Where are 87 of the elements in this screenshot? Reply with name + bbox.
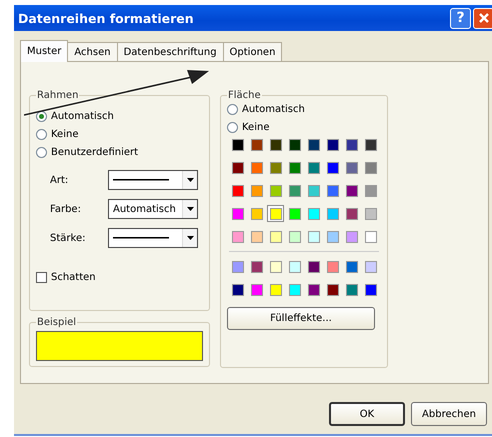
color-swatch[interactable] [267, 205, 284, 222]
color-swatch[interactable] [286, 136, 303, 153]
color-swatch[interactable] [248, 281, 265, 298]
group-title: Rahmen [36, 90, 80, 101]
color-swatch[interactable] [305, 182, 322, 199]
color-swatch[interactable] [343, 205, 360, 222]
ok-button[interactable]: OK [329, 402, 405, 426]
color-swatch[interactable] [267, 182, 284, 199]
color-swatch[interactable] [248, 182, 265, 199]
color-swatch[interactable] [324, 159, 341, 176]
color-swatch[interactable] [267, 258, 284, 275]
color-swatch[interactable] [248, 136, 265, 153]
color-swatch[interactable] [248, 159, 265, 176]
color-swatch[interactable] [362, 136, 379, 153]
color-swatch[interactable] [362, 205, 379, 222]
field-label: Art: [50, 174, 70, 186]
color-swatch[interactable] [248, 258, 265, 275]
color-swatch[interactable] [343, 159, 360, 176]
checkbox[interactable] [36, 272, 47, 282]
color-swatch[interactable] [229, 281, 246, 298]
color-swatch[interactable] [305, 136, 322, 153]
color-swatch[interactable] [362, 228, 379, 245]
color-swatch[interactable] [267, 159, 284, 176]
group-title: Beispiel [36, 317, 78, 328]
color-swatch[interactable] [267, 281, 284, 298]
tab[interactable]: Optionen [222, 42, 282, 61]
color-swatch[interactable] [362, 182, 379, 199]
color-swatch[interactable] [305, 258, 322, 275]
color-swatch[interactable] [305, 228, 322, 245]
radio-button[interactable] [36, 128, 47, 140]
color-swatch[interactable] [229, 136, 246, 153]
color-swatch[interactable] [229, 159, 246, 176]
window-title: Datenreihen formatieren [18, 10, 195, 26]
dropdown[interactable] [108, 228, 198, 248]
field-label: Farbe: [50, 204, 82, 214]
color-swatch[interactable] [362, 258, 379, 275]
color-swatch[interactable] [343, 258, 360, 275]
color-swatch[interactable] [229, 228, 246, 245]
color-swatch[interactable] [286, 258, 303, 275]
color-swatch[interactable] [343, 182, 360, 199]
color-swatch[interactable] [324, 136, 341, 153]
radio-label: Benutzerdefiniert [51, 146, 138, 158]
color-swatch[interactable] [305, 281, 322, 298]
radio-button[interactable] [227, 104, 238, 114]
color-swatch[interactable] [286, 182, 303, 199]
color-swatch[interactable] [324, 182, 341, 199]
radio-label: Automatisch [242, 104, 305, 114]
checkbox-label: Schatten [51, 272, 96, 282]
color-swatch[interactable] [324, 281, 341, 298]
fill-effects-button[interactable]: Fülleffekte... [227, 307, 375, 330]
color-swatch[interactable] [305, 205, 322, 222]
tab[interactable]: Datenbeschriftung [116, 42, 224, 61]
field-label: Stärke: [50, 232, 86, 244]
tab[interactable]: Achsen [67, 42, 118, 61]
cancel-button[interactable]: Abbrechen [411, 402, 487, 426]
color-swatch[interactable] [343, 228, 360, 245]
color-swatch[interactable] [248, 205, 265, 222]
group-title: Fläche [227, 90, 262, 101]
color-swatch[interactable] [343, 136, 360, 153]
color-swatch[interactable] [286, 281, 303, 298]
color-swatch[interactable] [286, 205, 303, 222]
color-swatch[interactable] [362, 281, 379, 298]
color-swatch[interactable] [229, 205, 246, 222]
color-swatch[interactable] [343, 281, 360, 298]
color-swatch[interactable] [267, 136, 284, 153]
color-swatch[interactable] [286, 228, 303, 245]
radio-button[interactable] [36, 146, 47, 158]
color-swatch[interactable] [324, 228, 341, 245]
tab[interactable]: Muster [20, 40, 68, 62]
color-swatch[interactable] [324, 258, 341, 275]
dropdown[interactable] [108, 170, 198, 190]
color-swatch[interactable] [229, 182, 246, 199]
close-button[interactable] [473, 8, 492, 28]
color-swatch[interactable] [229, 258, 246, 275]
close-icon [478, 12, 490, 24]
color-swatch[interactable] [324, 205, 341, 222]
help-button[interactable]: ? [450, 8, 471, 28]
dropdown[interactable]: Automatisch [108, 199, 198, 219]
radio-button[interactable] [227, 122, 238, 132]
radio-label: Keine [242, 122, 270, 132]
color-swatch[interactable] [286, 159, 303, 176]
color-swatch[interactable] [362, 159, 379, 176]
color-swatch[interactable] [305, 159, 322, 176]
color-swatch[interactable] [248, 228, 265, 245]
radio-label: Automatisch [51, 110, 114, 122]
color-swatch[interactable] [267, 228, 284, 245]
radio-label: Keine [51, 128, 78, 140]
